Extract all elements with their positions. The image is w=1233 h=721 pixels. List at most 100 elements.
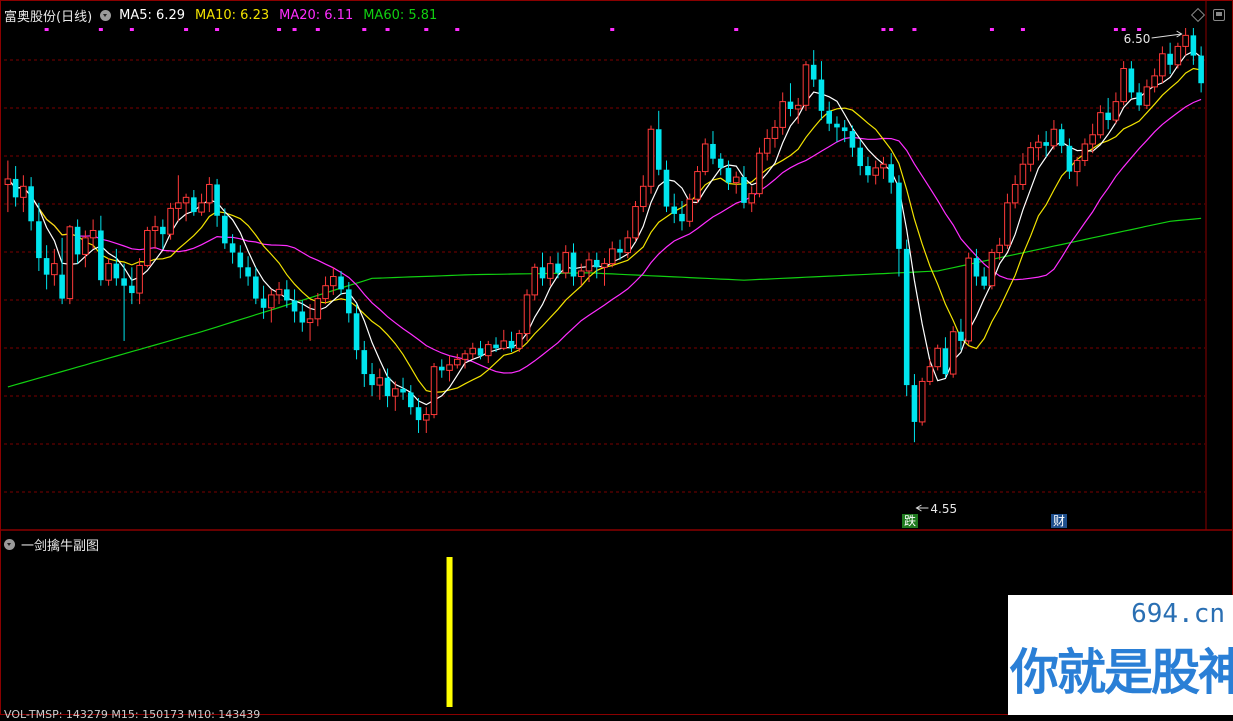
ma20-line <box>7 98 1202 374</box>
candle-body <box>1136 92 1142 106</box>
candle-body <box>1143 86 1151 106</box>
candle-body <box>430 366 438 416</box>
signal-dot <box>912 28 917 31</box>
candle-body <box>872 167 879 176</box>
candle-body <box>369 374 375 386</box>
high-arrow-line <box>1151 33 1182 39</box>
candle-body <box>880 163 887 169</box>
candle-body <box>671 206 678 214</box>
candle-body <box>66 226 74 300</box>
dropdown-circle-icon[interactable] <box>4 539 15 550</box>
signal-dot <box>292 28 297 31</box>
candle-body <box>1151 75 1158 88</box>
candle-body <box>988 252 996 287</box>
signal-dot <box>1137 28 1142 31</box>
candle-body <box>865 166 871 176</box>
sub-indicator-bar <box>446 557 453 707</box>
candle-body <box>500 340 508 349</box>
candle-body <box>477 348 484 356</box>
candle-body <box>1159 53 1166 77</box>
candle-body <box>438 366 445 371</box>
ma60-line <box>7 217 1202 388</box>
diamond-icon[interactable] <box>1190 7 1206 23</box>
candle-body <box>710 143 716 159</box>
signal-dot <box>1020 28 1025 31</box>
candle-body <box>160 226 166 235</box>
candle-body <box>338 276 344 290</box>
candle-body <box>98 230 104 281</box>
signal-dot <box>1113 28 1118 31</box>
candle-body <box>12 178 19 198</box>
candle-body <box>222 215 228 244</box>
candle-body <box>741 177 747 203</box>
candle-body <box>539 267 546 279</box>
candle-body <box>562 252 570 274</box>
candle-body <box>763 137 771 154</box>
candle-body <box>515 333 523 349</box>
candle-body <box>453 358 461 366</box>
candle-body <box>306 318 314 324</box>
candle-body <box>911 385 918 422</box>
candle-body <box>717 158 724 168</box>
candle-body <box>508 340 515 349</box>
candle-body <box>144 229 151 266</box>
candle-body <box>857 147 863 167</box>
candle-body <box>346 289 352 314</box>
candle-body <box>408 392 414 408</box>
signal-dot <box>215 28 220 31</box>
candle-body <box>981 276 987 286</box>
candle-body <box>949 331 957 375</box>
candle-body <box>28 186 34 222</box>
candle-body <box>903 248 910 386</box>
candle-body <box>826 110 832 124</box>
candle-body <box>1027 147 1034 165</box>
low-price-label: 4.55 <box>930 502 957 516</box>
candle-body <box>89 229 97 239</box>
signal-dot <box>734 28 739 31</box>
candle-body <box>926 366 934 382</box>
candle-body <box>113 263 120 279</box>
stock-title: 富奥股份(日线) <box>4 10 93 25</box>
candle-body <box>779 101 787 128</box>
candle-body <box>818 79 825 111</box>
die-marker[interactable]: 跌 <box>902 514 919 528</box>
sub-panel-header: 一剑擒牛副图 <box>4 535 99 554</box>
candle-body <box>655 129 662 170</box>
candle-body <box>229 243 236 253</box>
candle-body <box>701 143 709 173</box>
candle-body <box>771 126 779 139</box>
candle-body <box>268 294 275 309</box>
cai-marker[interactable]: 财 <box>1051 514 1068 528</box>
candle-body <box>608 248 616 265</box>
candle-body <box>376 377 384 386</box>
candle-body <box>136 264 143 294</box>
ma-label-0: MA5: 6.29 <box>119 8 185 23</box>
candle-body <box>175 202 182 209</box>
signal-dot <box>277 28 282 31</box>
candle-body <box>601 263 608 268</box>
candle-body <box>461 353 469 360</box>
candle-body <box>942 348 949 375</box>
candle-body <box>206 183 213 204</box>
candle-body <box>918 380 926 423</box>
candle-body <box>896 182 902 249</box>
dropdown-circle-icon[interactable] <box>100 10 112 21</box>
candle-body <box>245 267 251 277</box>
candle-body <box>493 344 499 349</box>
candle-body <box>384 377 391 397</box>
candle-body <box>129 285 135 294</box>
candle-body <box>400 388 406 393</box>
window-icon[interactable] <box>1213 9 1225 21</box>
candle-body <box>794 104 802 110</box>
watermark-logo: 694.cn 你就是股神 <box>1008 595 1233 715</box>
candle-body <box>1097 112 1104 136</box>
candle-body <box>1190 35 1197 56</box>
candle-body <box>20 185 27 198</box>
candle-body <box>1035 141 1042 149</box>
candle-body <box>1105 112 1111 121</box>
candle-body <box>555 263 561 273</box>
ma-label-3: MA60: 5.81 <box>363 8 438 23</box>
candle-body <box>732 176 740 184</box>
candle-body <box>284 289 290 301</box>
candle-body <box>51 263 58 276</box>
